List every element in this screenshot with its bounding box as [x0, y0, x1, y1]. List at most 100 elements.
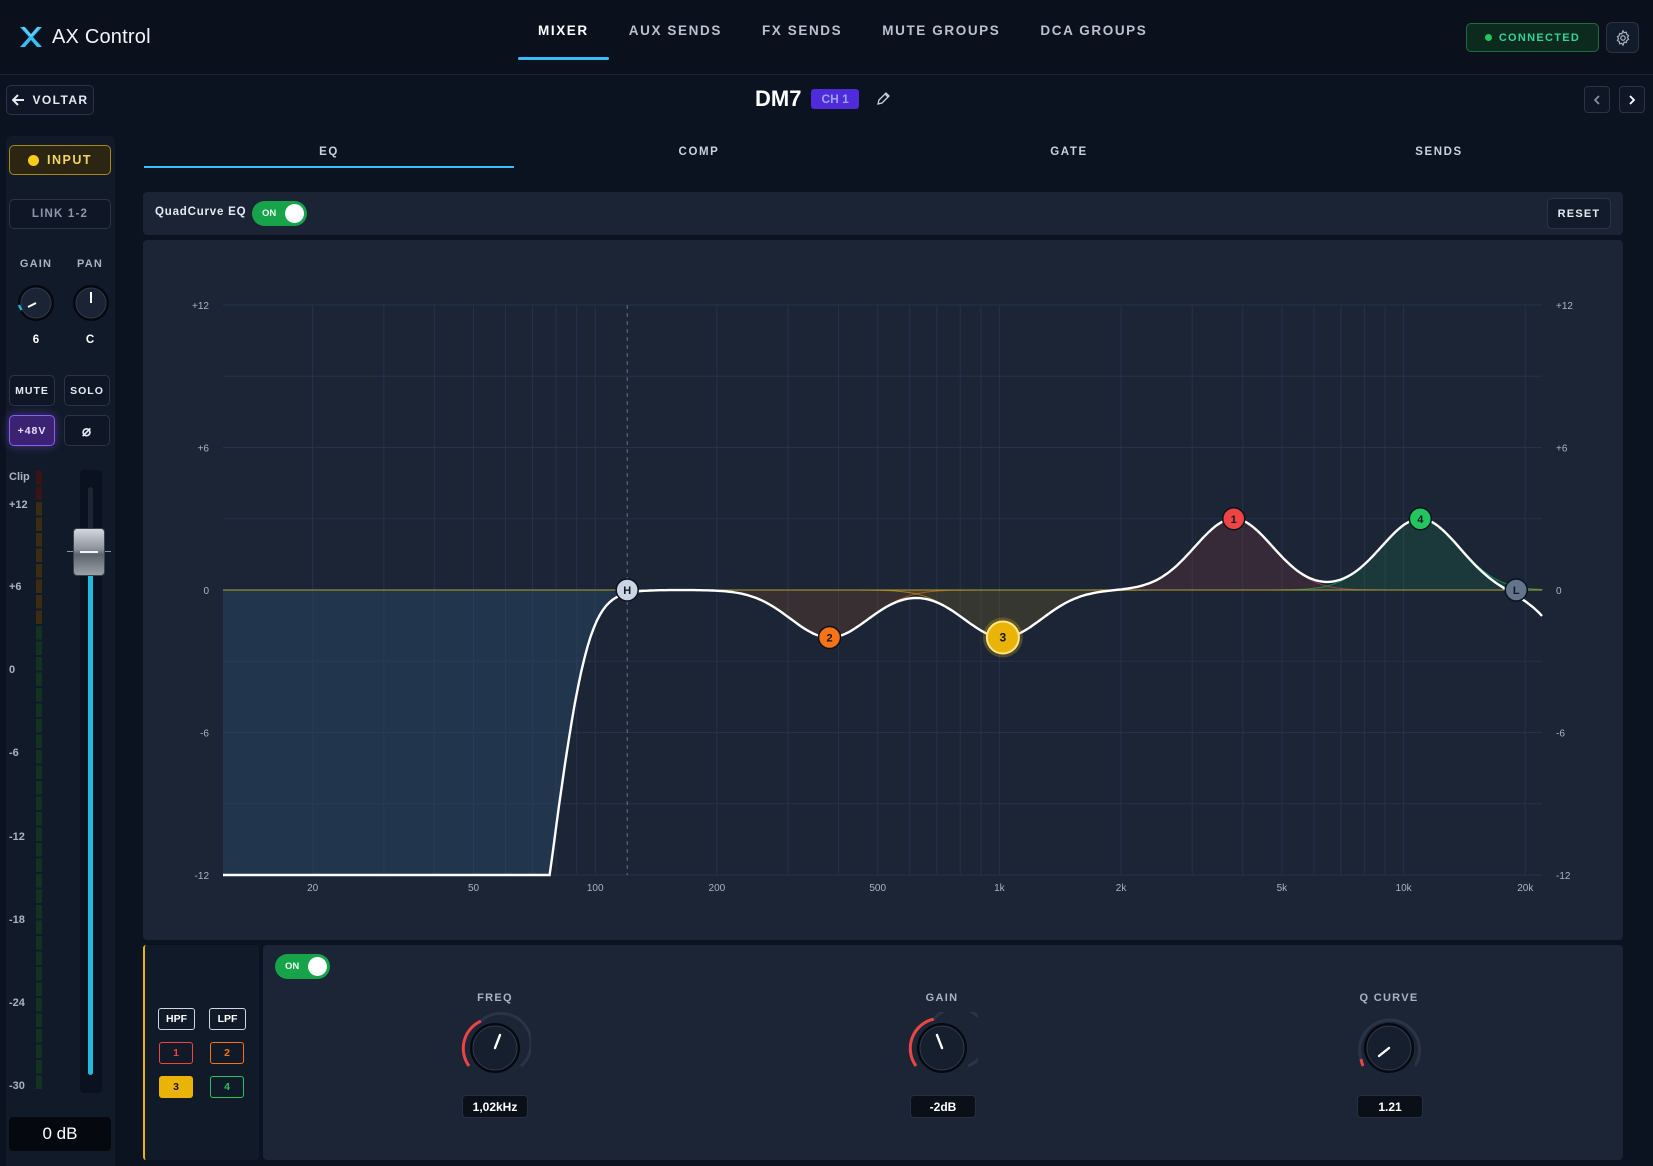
- app-name: AX Control: [52, 25, 151, 48]
- nav-tab-mixer[interactable]: MIXER: [518, 0, 609, 60]
- nav-tab-mute-groups[interactable]: MUTE GROUPS: [862, 0, 1020, 60]
- meter-label: -24: [9, 997, 25, 1009]
- eq-toggle-label: ON: [262, 208, 277, 219]
- meter-label: -18: [9, 914, 25, 926]
- meter-segment: [36, 812, 42, 826]
- gain-knob[interactable]: [15, 282, 57, 324]
- band-gain-knob[interactable]: [906, 1012, 978, 1084]
- link-button[interactable]: LINK 1-2: [9, 199, 111, 229]
- x-tick-label: 200: [709, 883, 726, 894]
- y-tick-label-left: -12: [195, 871, 210, 882]
- eq-enable-toggle[interactable]: ON: [252, 201, 307, 226]
- gain-value[interactable]: -2dB: [910, 1095, 976, 1118]
- phase-invert-button[interactable]: ⌀: [64, 415, 110, 446]
- fader-handle[interactable]: [73, 528, 105, 576]
- edit-pencil-icon[interactable]: [875, 91, 891, 107]
- chevron-right-icon: [1629, 94, 1636, 105]
- nav-tab-dca-groups[interactable]: DCA GROUPS: [1020, 0, 1167, 60]
- solo-button[interactable]: SOLO: [64, 375, 110, 406]
- y-tick-label-right: +12: [1556, 301, 1573, 312]
- y-tick-label-right: -12: [1556, 871, 1571, 882]
- band-4-button[interactable]: 4: [210, 1076, 244, 1098]
- band-3-button[interactable]: 3: [159, 1076, 193, 1098]
- meter-segment: [36, 874, 42, 888]
- channel-badge: CH 1: [811, 89, 859, 109]
- hpf-button[interactable]: HPF: [158, 1008, 195, 1030]
- eq-node-label: H: [623, 585, 631, 597]
- q-curve-value[interactable]: 1.21: [1357, 1095, 1423, 1118]
- meter-segment: [36, 657, 42, 671]
- meter-segment: [36, 796, 42, 810]
- mute-button[interactable]: MUTE: [9, 375, 55, 406]
- meter-segment: [36, 998, 42, 1012]
- eq-graph[interactable]: +12 +12 +6 +6 0 0 -6 -6 -12 -12 20 50 100 200 500 1k 2k 5…: [143, 240, 1623, 940]
- y-tick-label-right: 0: [1556, 586, 1562, 597]
- meter-segment: [36, 703, 42, 717]
- meter-segment: [36, 1075, 42, 1089]
- meter-segment: [36, 610, 42, 624]
- x-tick-label: 10k: [1396, 883, 1413, 894]
- pan-knob[interactable]: [70, 282, 112, 324]
- freq-knob[interactable]: [459, 1012, 531, 1084]
- meter-segment: [36, 951, 42, 965]
- meter-segment: [36, 1013, 42, 1027]
- meter-segment: [36, 672, 42, 686]
- next-channel-button[interactable]: [1619, 86, 1645, 113]
- meter-segment: [36, 905, 42, 919]
- band-controls: ON FREQ 1,02kHz GAIN -2dB Q CURVE 1.21: [263, 945, 1623, 1160]
- meter-label: -6: [9, 747, 19, 759]
- tab-gate[interactable]: GATE: [884, 136, 1254, 168]
- meter-segment: [36, 982, 42, 996]
- arrow-left-icon: [11, 94, 24, 106]
- tab-eq[interactable]: EQ: [144, 136, 514, 168]
- meter-segment: [36, 471, 42, 485]
- y-tick-label-left: 0: [203, 586, 209, 597]
- back-button[interactable]: VOLTAR: [6, 85, 94, 115]
- meter-label-clip: Clip: [9, 471, 30, 483]
- meter-segment: [36, 641, 42, 655]
- prev-channel-button[interactable]: [1584, 86, 1610, 113]
- meter-segment: [36, 858, 42, 872]
- phantom-power-button[interactable]: +48V: [9, 415, 55, 446]
- input-button[interactable]: INPUT: [9, 145, 111, 175]
- meter-segment: [36, 626, 42, 640]
- tab-sends[interactable]: SENDS: [1254, 136, 1624, 168]
- meter-segment: [36, 1044, 42, 1058]
- x-tick-label: 1k: [994, 883, 1006, 894]
- meter-label: -12: [9, 831, 25, 843]
- x-tick-label: 2k: [1116, 883, 1128, 894]
- level-meter: [36, 471, 42, 1089]
- meter-label: 0: [9, 664, 16, 676]
- fader-db-readout: 0 dB: [9, 1117, 111, 1151]
- meter-segment: [36, 1060, 42, 1074]
- freq-label: FREQ: [477, 992, 513, 1004]
- lpf-button[interactable]: LPF: [209, 1008, 246, 1030]
- tab-comp[interactable]: COMP: [514, 136, 884, 168]
- top-bar: AX Control MIXER AUX SENDS FX SENDS MUTE…: [0, 0, 1653, 75]
- app-logo[interactable]: AX Control: [18, 24, 151, 50]
- meter-segment: [36, 750, 42, 764]
- freq-value[interactable]: 1,02kHz: [462, 1095, 528, 1118]
- settings-button[interactable]: [1606, 22, 1639, 53]
- band-selector: HPF LPF 1 2 3 4: [143, 945, 259, 1160]
- gain-label: GAIN: [925, 992, 959, 1004]
- nav-tab-aux-sends[interactable]: AUX SENDS: [609, 0, 742, 60]
- meter-segment: [36, 688, 42, 702]
- meter-label: +12: [9, 499, 28, 511]
- meter-segment: [36, 936, 42, 950]
- x-tick-label: 100: [587, 883, 604, 894]
- meter-segment: [36, 765, 42, 779]
- q-curve-knob[interactable]: [1353, 1012, 1425, 1084]
- pan-label: PAN: [76, 258, 103, 270]
- reset-button[interactable]: RESET: [1547, 198, 1611, 229]
- meter-segment: [36, 843, 42, 857]
- nav-tab-fx-sends[interactable]: FX SENDS: [742, 0, 862, 60]
- meter-label: +6: [9, 581, 22, 593]
- meter-segment: [36, 533, 42, 547]
- pan-value: C: [85, 334, 95, 346]
- gain-value: 6: [32, 334, 40, 346]
- band-enable-toggle[interactable]: ON: [275, 954, 330, 979]
- y-tick-label-left: +12: [192, 301, 209, 312]
- band-2-button[interactable]: 2: [210, 1042, 244, 1064]
- band-1-button[interactable]: 1: [159, 1042, 193, 1064]
